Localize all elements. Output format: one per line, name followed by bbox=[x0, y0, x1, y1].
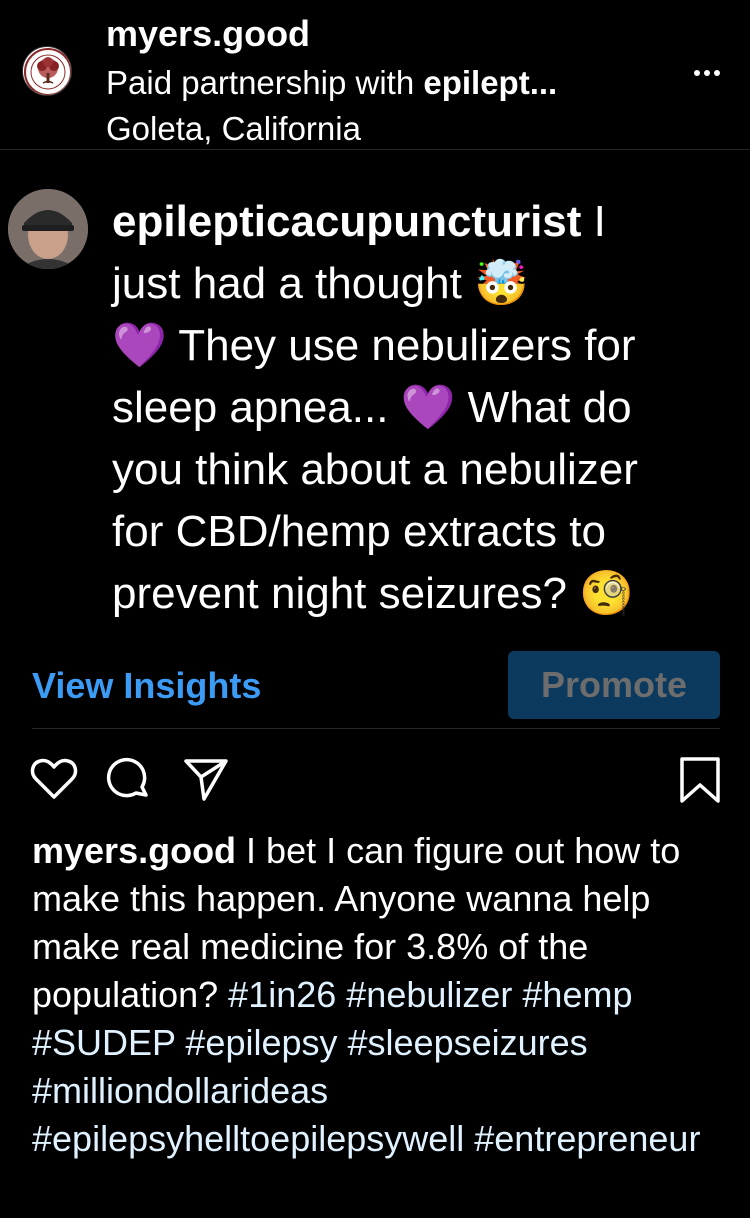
post-text-line: 💜 They use nebulizers for bbox=[112, 321, 636, 370]
post-text-line: sleep apnea... 💜 What do bbox=[112, 383, 632, 432]
person-photo-icon bbox=[8, 189, 88, 269]
tree-logo-icon bbox=[24, 48, 71, 95]
comment-icon[interactable] bbox=[102, 753, 154, 805]
partnership-prefix: Paid partnership with bbox=[106, 64, 424, 101]
post-caption-text: epilepticacupuncturist I just had a thou… bbox=[112, 191, 742, 625]
partner-name[interactable]: epilept... bbox=[423, 64, 557, 101]
view-insights-link[interactable]: View Insights bbox=[32, 664, 261, 708]
paid-partnership-label[interactable]: Paid partnership with epilept... bbox=[106, 61, 557, 105]
insights-row: View Insights Promote bbox=[0, 650, 750, 730]
bookmark-icon[interactable] bbox=[674, 753, 726, 805]
post-text-line: you think about a nebulizer bbox=[112, 445, 638, 494]
post-content: epilepticacupuncturist I just had a thou… bbox=[0, 151, 750, 631]
post-text-line: prevent night seizures? 🧐 bbox=[112, 569, 634, 618]
post-caption: myers.good I bet I can figure out how to… bbox=[32, 827, 732, 1163]
post-header: myers.good Paid partnership with epilept… bbox=[0, 0, 750, 150]
caption-username[interactable]: myers.good bbox=[32, 830, 236, 871]
more-options-icon[interactable] bbox=[690, 56, 724, 90]
post-text-line: I bbox=[581, 197, 606, 246]
promote-button[interactable]: Promote bbox=[508, 651, 720, 719]
profile-avatar[interactable] bbox=[22, 46, 72, 96]
post-text-line: for CBD/hemp extracts to bbox=[112, 507, 606, 556]
post-actions bbox=[0, 745, 750, 815]
heart-icon[interactable] bbox=[28, 753, 80, 805]
post-text-line: just had a thought 🤯 bbox=[112, 259, 529, 308]
post-username[interactable]: epilepticacupuncturist bbox=[112, 197, 581, 246]
share-icon[interactable] bbox=[180, 753, 232, 805]
header-username[interactable]: myers.good bbox=[106, 12, 310, 56]
divider bbox=[32, 728, 720, 729]
commenter-avatar[interactable] bbox=[8, 189, 88, 269]
location-label[interactable]: Goleta, California bbox=[106, 107, 361, 151]
